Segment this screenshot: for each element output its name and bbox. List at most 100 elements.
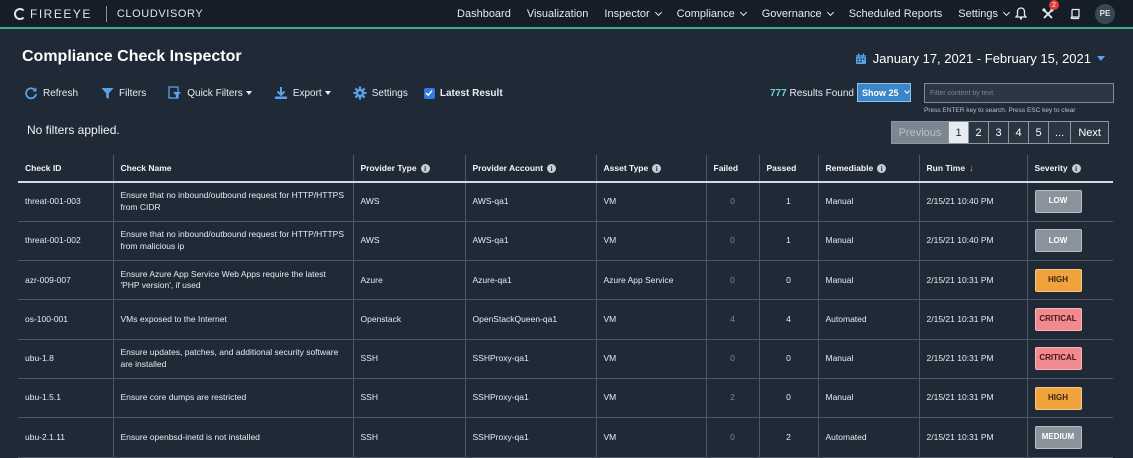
cell-asset-type: VM: [596, 221, 707, 262]
latest-result-toggle[interactable]: Latest Result: [423, 87, 503, 99]
settings-label: Settings: [371, 87, 408, 99]
nav-item-dashboard[interactable]: Dashboard: [457, 8, 511, 20]
cell-check-name: Ensure core dumps are restricted: [113, 378, 354, 419]
previous-page-button[interactable]: Previous: [892, 122, 949, 143]
page-button-1[interactable]: 1: [949, 122, 969, 143]
nav-item-settings[interactable]: Settings: [958, 7, 1011, 20]
column-header-label: Provider Account: [472, 162, 544, 173]
page-button-2[interactable]: 2: [969, 122, 989, 143]
cell-provider-account: SSHProxy-qa1: [465, 339, 597, 379]
refresh-icon: [24, 86, 38, 100]
latest-result-checkbox[interactable]: [423, 87, 435, 99]
search-input[interactable]: [924, 83, 1114, 103]
filters-button[interactable]: Filters: [100, 86, 146, 100]
page-button-5[interactable]: 5: [1029, 122, 1049, 143]
export-button[interactable]: Export: [274, 86, 331, 100]
nav-item-label: Dashboard: [457, 7, 511, 20]
table-row[interactable]: os-100-001 VMs exposed to the Internet Ope…: [18, 299, 1113, 340]
column-header-severity[interactable]: Severity i: [1027, 155, 1113, 183]
refresh-button[interactable]: Refresh: [24, 86, 78, 100]
table-header-row: Check ID Check Name Provider Type i Provider…: [18, 155, 1113, 183]
cell-remediable: Manual: [818, 339, 920, 379]
column-header-label: Remediable: [825, 162, 874, 173]
cell-check-id: threat-001-003: [18, 182, 114, 222]
cell-asset-type: VM: [596, 339, 707, 379]
column-header-check-id[interactable]: Check ID: [18, 155, 114, 183]
table-row[interactable]: threat-001-003 Ensure that no inbound/out…: [18, 182, 1113, 222]
nav-item-scheduled-reports[interactable]: Scheduled Reports: [849, 8, 943, 20]
book-icon[interactable]: [1068, 7, 1081, 20]
page-size-label: Show 25: [862, 87, 899, 98]
cell-remediable: Automated: [818, 299, 920, 340]
nav-item-label: Inspector: [604, 7, 650, 20]
compliance-table: Check ID Check Name Provider Type i Provider…: [18, 155, 1113, 458]
refresh-label: Refresh: [43, 87, 79, 99]
cell-run-time: 2/15/21 10:31 PM: [919, 339, 1028, 379]
gear-icon: [353, 86, 367, 100]
user-avatar[interactable]: PE: [1095, 3, 1115, 24]
sort-arrow-down-icon[interactable]: ↓: [969, 163, 974, 173]
chevron-down-icon: [1097, 56, 1105, 61]
severity-badge: HIGH: [1034, 268, 1082, 292]
cell-run-time: 2/15/21 10:31 PM: [919, 378, 1028, 419]
column-header-provider-account[interactable]: Provider Account i: [465, 155, 597, 183]
cell-provider-type: SSH: [353, 378, 466, 419]
severity-badge: LOW: [1034, 190, 1082, 214]
table-row[interactable]: ubu-1.5.1 Ensure core dumps are restricte…: [18, 378, 1113, 419]
brand-name: FIREEYE: [30, 6, 92, 21]
column-header-passed[interactable]: Passed: [759, 155, 819, 183]
cell-remediable: Manual: [818, 182, 920, 222]
nav-item-label: Settings: [958, 7, 998, 20]
page-size-select[interactable]: Show 25: [857, 83, 911, 102]
filters-label: Filters: [119, 87, 147, 99]
quick-filters-button[interactable]: Quick Filters: [168, 86, 252, 100]
column-header-failed[interactable]: Failed: [706, 155, 760, 183]
cell-severity: HIGH: [1027, 378, 1113, 419]
cell-remediable: Manual: [818, 378, 920, 419]
column-header-label: Run Time: [926, 163, 966, 173]
cell-check-id: azr-009-007: [18, 260, 114, 301]
nav-item-inspector[interactable]: Inspector: [604, 7, 662, 20]
brand[interactable]: FIREEYE CLOUDVISORY: [14, 5, 203, 22]
cell-failed: 0: [706, 182, 760, 222]
nav-item-compliance[interactable]: Compliance: [677, 8, 747, 20]
info-icon[interactable]: i: [420, 164, 430, 174]
info-icon[interactable]: i: [877, 164, 887, 174]
cell-check-id: ubu-1.5.1: [18, 378, 114, 419]
quick-filter-icon: [168, 86, 182, 100]
next-page-button[interactable]: Next: [1071, 122, 1109, 143]
date-range-picker[interactable]: January 17, 2021 - February 15, 2021: [855, 51, 1105, 66]
cell-check-name: Ensure that no inbound/outbound request …: [113, 182, 354, 222]
nav-item-governance[interactable]: Governance: [761, 7, 834, 20]
cell-provider-type: Azure: [353, 260, 466, 301]
cell-passed: 0: [759, 260, 819, 301]
nav-item-label: Governance: [761, 7, 822, 20]
cell-check-id: ubu-2.1.11: [18, 417, 114, 458]
notification-bell-icon[interactable]: [1014, 7, 1027, 20]
column-header-asset-type[interactable]: Asset Type i: [596, 155, 707, 183]
column-header-provider-type[interactable]: Provider Type i: [353, 155, 466, 183]
column-header-label: Severity: [1034, 162, 1068, 173]
table-row[interactable]: threat-001-002 Ensure that no inbound/out…: [18, 221, 1113, 262]
calendar-icon: [855, 53, 866, 64]
caret-down-icon: [324, 91, 331, 95]
tools-icon[interactable]: 2: [1041, 0, 1059, 20]
table-row[interactable]: ubu-1.8 Ensure updates, patches, and addi…: [18, 339, 1113, 379]
cell-failed: 0: [706, 221, 760, 262]
page-button-4[interactable]: 4: [1009, 122, 1029, 143]
page-button-3[interactable]: 3: [989, 122, 1009, 143]
info-icon[interactable]: i: [547, 164, 557, 174]
info-icon[interactable]: i: [652, 164, 662, 174]
column-header-run-time[interactable]: Run Time ↓: [919, 155, 1028, 183]
info-icon[interactable]: i: [1071, 164, 1081, 174]
settings-button[interactable]: Settings: [353, 86, 408, 100]
severity-badge: MEDIUM: [1034, 425, 1082, 449]
nav-item-visualization[interactable]: Visualization: [527, 8, 589, 20]
column-header-label: Check ID: [25, 163, 62, 173]
column-header-check-name[interactable]: Check Name: [113, 155, 354, 183]
table-row[interactable]: ubu-2.1.11 Ensure openbsd-inetd is not in…: [18, 417, 1113, 458]
table-row[interactable]: azr-009-007 Ensure Azure App Service Web …: [18, 260, 1113, 301]
cell-severity: HIGH: [1027, 260, 1113, 301]
cell-passed: 0: [759, 339, 819, 379]
column-header-remediable[interactable]: Remediable i: [818, 155, 920, 183]
